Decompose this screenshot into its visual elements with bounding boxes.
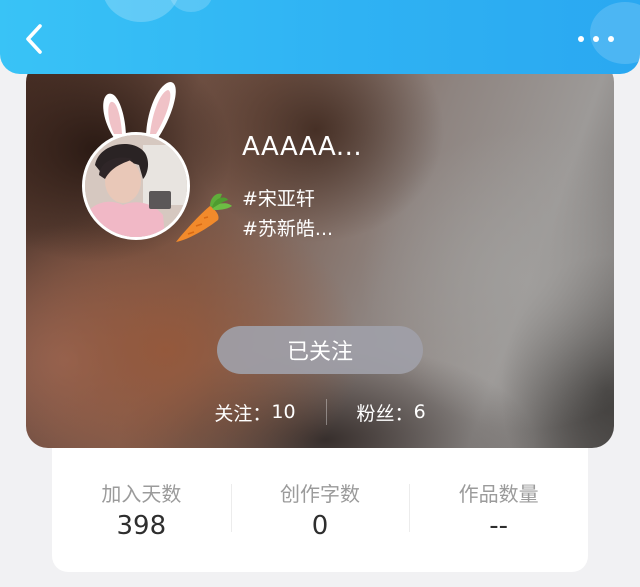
chevron-left-icon — [26, 24, 42, 54]
stat-label: 作品数量 — [458, 482, 539, 506]
follow-button[interactable]: 已关注 — [217, 326, 423, 374]
stat-label: 创作字数 — [280, 482, 360, 506]
followers-label: 粉丝： — [356, 402, 414, 425]
following-label: 关注： — [214, 402, 272, 425]
decorative-bubble — [170, 0, 212, 12]
stat-label: 加入天数 — [101, 482, 182, 506]
following-count: 10 — [271, 401, 296, 423]
more-dots-icon — [578, 36, 584, 42]
stat-word-count: 创作字数 0 — [230, 448, 410, 541]
avatar-container[interactable] — [78, 80, 232, 250]
profile-tag[interactable]: #宋亚轩 — [242, 184, 315, 211]
more-dots-icon — [593, 36, 599, 42]
stats-panel: 加入天数 398 创作字数 0 作品数量 -- — [52, 448, 588, 572]
stat-value: 398 — [116, 511, 167, 541]
username: AAAAA... — [242, 132, 363, 162]
profile-tag[interactable]: #苏新皓... — [242, 214, 333, 241]
stat-value: -- — [489, 511, 509, 541]
back-button[interactable] — [20, 22, 48, 56]
followers-count: 6 — [413, 401, 426, 423]
followers-count-item[interactable]: 粉丝： 6 — [357, 399, 426, 426]
more-options-button[interactable] — [578, 30, 614, 48]
stat-works-count[interactable]: 作品数量 -- — [409, 448, 588, 541]
following-count-item[interactable]: 关注： 10 — [214, 399, 295, 426]
more-dots-icon — [608, 36, 614, 42]
bunny-ears-icon — [103, 82, 176, 138]
top-bar — [0, 0, 640, 74]
carrot-icon — [176, 193, 232, 242]
profile-card: AAAAA... #宋亚轩 #苏新皓... 已关注 关注： 10 粉丝： 6 — [26, 60, 614, 448]
follow-counts: 关注： 10 粉丝： 6 — [26, 394, 614, 430]
stat-value: 0 — [311, 511, 329, 541]
divider — [325, 399, 327, 425]
decorative-bubble — [102, 0, 180, 22]
stat-join-days: 加入天数 398 — [52, 448, 231, 541]
